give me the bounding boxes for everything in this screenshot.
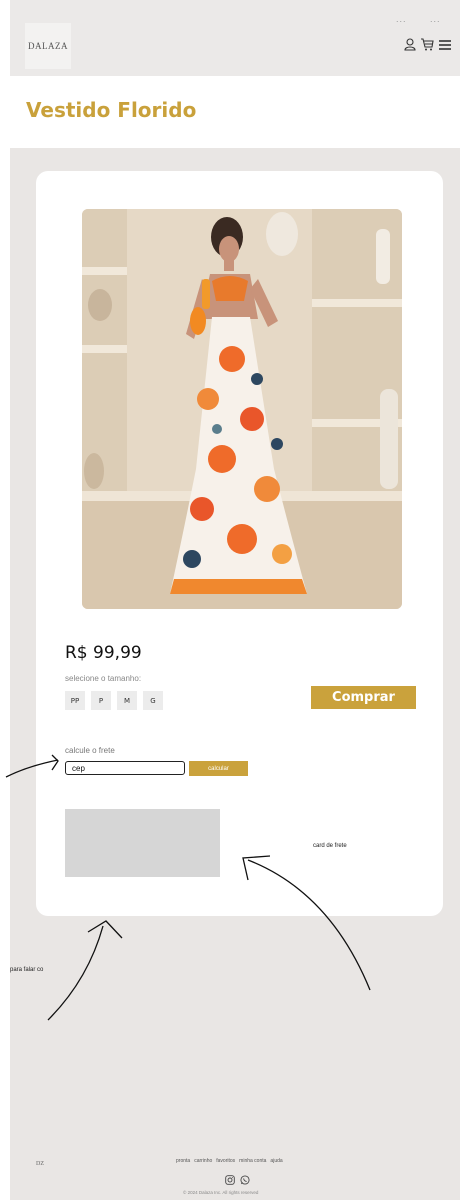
app-frame: DALAZA ... ... Vestido Florido R$ 99,99 …: [10, 0, 460, 1200]
footer-logo[interactable]: DZ: [28, 1152, 52, 1176]
annotation-card-freight: card de frete: [313, 843, 347, 849]
freight-label: calcule o frete: [65, 746, 115, 755]
brand-logo[interactable]: DALAZA: [25, 23, 71, 69]
size-label: selecione o tamanho:: [65, 674, 142, 683]
footer-link-favoritos[interactable]: favoritos: [216, 1158, 235, 1164]
cep-input[interactable]: [65, 761, 185, 775]
freight-card-placeholder: [65, 809, 220, 877]
product-photo-illustration: [82, 209, 402, 609]
top-header: DALAZA ... ...: [10, 0, 460, 76]
footer-link-carrinho[interactable]: carrinho: [194, 1158, 212, 1164]
calculate-freight-button[interactable]: calcular: [189, 761, 248, 776]
page-title: Vestido Florido: [26, 98, 197, 122]
footer-link-pronta[interactable]: pronta: [176, 1158, 190, 1164]
footer-nav: pronta carrinho favoritos minha conta aj…: [176, 1158, 283, 1164]
user-icon[interactable]: [404, 38, 416, 51]
size-option-p[interactable]: P: [91, 691, 111, 710]
annotation-left-note: para falar co: [10, 967, 44, 973]
window-dots-left: ...: [396, 14, 407, 24]
buy-button[interactable]: Comprar: [311, 686, 416, 709]
size-selector: PP P M G: [65, 691, 163, 710]
header-actions: [404, 38, 452, 51]
size-option-pp[interactable]: PP: [65, 691, 85, 710]
footer-social: [225, 1172, 250, 1190]
product-price: R$ 99,99: [65, 643, 142, 663]
footer-logo-text: DZ: [36, 1161, 44, 1167]
title-bar: Vestido Florido: [10, 76, 460, 148]
whatsapp-icon[interactable]: [240, 1172, 250, 1190]
size-option-m[interactable]: M: [117, 691, 137, 710]
menu-icon[interactable]: [438, 39, 452, 51]
window-dots-right: ...: [430, 14, 441, 24]
size-option-g[interactable]: G: [143, 691, 163, 710]
footer-link-minha-conta[interactable]: minha conta: [239, 1158, 266, 1164]
footer-link-ajuda[interactable]: ajuda: [270, 1158, 282, 1164]
product-card: R$ 99,99 selecione o tamanho: PP P M G C…: [36, 171, 443, 916]
instagram-icon[interactable]: [225, 1172, 235, 1190]
cart-icon[interactable]: [420, 38, 434, 51]
brand-logo-text: DALAZA: [28, 41, 68, 51]
copyright: © 2024 Dalaza Inc. All rights reserved: [183, 1190, 259, 1195]
product-image[interactable]: [82, 209, 402, 609]
